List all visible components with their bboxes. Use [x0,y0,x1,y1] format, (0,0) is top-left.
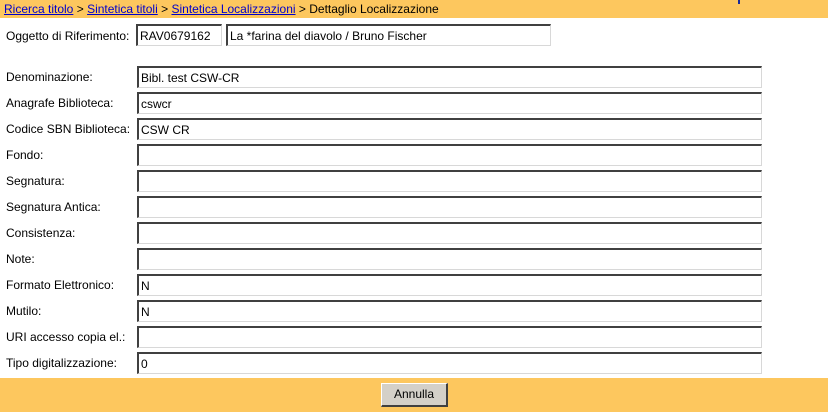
field-row-denominazione: Denominazione: Bibl. test CSW-CR [0,66,828,88]
field-row-fondo: Fondo: [0,144,828,166]
field-label: Tipo digitalizzazione: [6,356,117,370]
fondo-input[interactable] [137,144,762,166]
anagrafe-biblioteca-input[interactable]: cswcr [137,92,762,114]
field-row-anagrafe: Anagrafe Biblioteca: cswcr [0,92,828,114]
field-label: Segnatura Antica: [6,200,101,214]
field-row-codice-sbn: Codice SBN Biblioteca: CSW CR [0,118,828,140]
reference-label: Oggetto di Riferimento: [6,29,130,43]
consistenza-input[interactable] [137,222,762,244]
field-row-uri-accesso: URI accesso copia el.: [0,326,828,348]
breadcrumb-separator: > [161,2,169,16]
reference-code-field[interactable]: RAV0679162 [136,24,222,46]
segnatura-input[interactable] [137,170,762,192]
field-row-formato-elettronico: Formato Elettronico: N [0,274,828,296]
uri-accesso-input[interactable] [137,326,762,348]
field-label: Consistenza: [6,226,76,240]
tipo-digitalizzazione-input[interactable]: 0 [137,352,762,374]
denominazione-input[interactable]: Bibl. test CSW-CR [137,66,762,88]
breadcrumb-separator: > [76,2,84,16]
corner-marker [738,0,740,4]
mutilo-input[interactable]: N [137,300,762,322]
breadcrumb-link-ricerca-titolo[interactable]: Ricerca titolo [4,2,73,16]
field-label: Mutilo: [6,304,42,318]
field-row-segnatura: Segnatura: [0,170,828,192]
segnatura-antica-input[interactable] [137,196,762,218]
codice-sbn-biblioteca-input[interactable]: CSW CR [137,118,762,140]
field-label: Fondo: [6,148,44,162]
breadcrumb-separator: > [298,2,306,16]
footer-bar: Annulla [0,378,828,412]
breadcrumb: Ricerca titolo > Sintetica titoli > Sint… [0,0,828,18]
formato-elettronico-input[interactable]: N [137,274,762,296]
reference-title-field[interactable]: La *farina del diavolo / Bruno Fischer [226,24,551,46]
field-row-tipo-digitalizzazione: Tipo digitalizzazione: 0 [0,352,828,374]
field-label: Codice SBN Biblioteca: [6,122,131,136]
field-label: Anagrafe Biblioteca: [6,96,114,110]
field-label: Denominazione: [6,70,93,84]
breadcrumb-link-sintetica-localizzazioni[interactable]: Sintetica Localizzazioni [171,2,295,16]
field-row-note: Note: [0,248,828,270]
field-label: Note: [6,252,35,266]
field-label: Formato Elettronico: [6,278,115,292]
field-label: URI accesso copia el.: [6,330,126,344]
breadcrumb-link-sintetica-titoli[interactable]: Sintetica titoli [87,2,158,16]
note-input[interactable] [137,248,762,270]
cancel-button[interactable]: Annulla [381,383,448,407]
field-row-mutilo: Mutilo: N [0,300,828,322]
reference-row: Oggetto di Riferimento: RAV0679162 La *f… [0,24,828,46]
field-row-consistenza: Consistenza: [0,222,828,244]
field-row-segnatura-antica: Segnatura Antica: [0,196,828,218]
field-label: Segnatura: [6,174,65,188]
breadcrumb-current: Dettaglio Localizzazione [309,2,439,16]
